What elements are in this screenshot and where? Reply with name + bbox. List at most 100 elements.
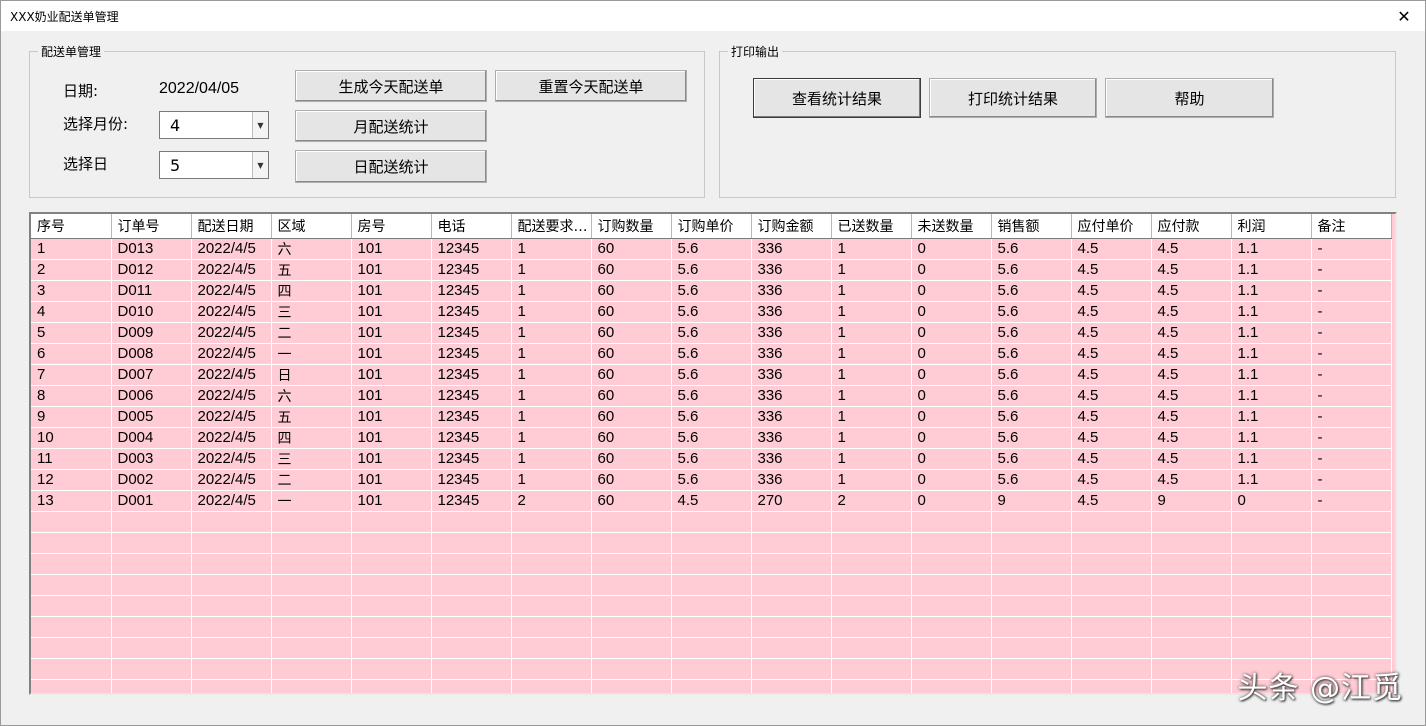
table-cell[interactable]: 4.5 xyxy=(1151,364,1232,386)
table-cell[interactable]: 4 xyxy=(31,301,112,323)
table-cell[interactable] xyxy=(31,574,112,596)
table-cell[interactable]: 12 xyxy=(31,469,112,491)
table-cell[interactable]: 12345 xyxy=(431,385,512,407)
table-cell[interactable] xyxy=(751,553,832,575)
table-cell[interactable] xyxy=(1311,595,1392,617)
table-cell[interactable]: 12345 xyxy=(431,427,512,449)
table-cell[interactable]: 三 xyxy=(271,448,352,470)
table-cell[interactable] xyxy=(991,658,1072,680)
table-cell[interactable]: 4.5 xyxy=(1151,238,1232,260)
table-cell[interactable]: 4.5 xyxy=(1151,259,1232,281)
column-header[interactable]: 订购单价 xyxy=(671,214,752,239)
table-cell[interactable]: - xyxy=(1311,406,1392,428)
chevron-down-icon[interactable]: ▼ xyxy=(252,112,268,138)
table-cell[interactable]: 101 xyxy=(351,280,432,302)
table-cell[interactable]: 4.5 xyxy=(1071,259,1152,281)
table-cell[interactable] xyxy=(271,574,352,596)
table-cell[interactable]: 5.6 xyxy=(671,364,752,386)
table-cell[interactable]: 0 xyxy=(911,238,992,260)
table-cell[interactable] xyxy=(751,679,832,693)
column-header[interactable]: 配送日期 xyxy=(191,214,272,239)
table-cell[interactable]: 8 xyxy=(31,385,112,407)
table-cell[interactable]: 1 xyxy=(831,280,912,302)
table-cell[interactable] xyxy=(111,553,192,575)
table-cell[interactable]: 60 xyxy=(591,238,672,260)
table-cell[interactable] xyxy=(191,658,272,680)
table-cell[interactable]: 12345 xyxy=(431,343,512,365)
table-cell[interactable]: 2 xyxy=(31,259,112,281)
table-cell[interactable] xyxy=(191,637,272,659)
empty-table-row[interactable] xyxy=(31,679,1392,693)
table-cell[interactable]: - xyxy=(1311,238,1392,260)
table-cell[interactable]: 4.5 xyxy=(1071,343,1152,365)
generate-today-button[interactable]: 生成今天配送单 xyxy=(295,70,487,102)
table-cell[interactable]: 1 xyxy=(831,322,912,344)
table-cell[interactable] xyxy=(1311,532,1392,554)
table-cell[interactable]: 2022/4/5 xyxy=(191,259,272,281)
close-icon[interactable]: ✕ xyxy=(1393,5,1415,27)
column-header[interactable]: 应付款 xyxy=(1151,214,1232,239)
table-cell[interactable]: 4.5 xyxy=(1071,469,1152,491)
table-cell[interactable] xyxy=(191,532,272,554)
table-cell[interactable] xyxy=(671,679,752,693)
table-row[interactable]: 12 D002 2022/4/5 二 101 12345 1 60 5.6 336 1 0 5.6 4.5… xyxy=(31,469,1392,491)
table-cell[interactable]: 10 xyxy=(31,427,112,449)
table-row[interactable]: 2 D012 2022/4/5 五 101 12345 1 60 5.6 336 1 0 5.6 4.5 4… xyxy=(31,259,1392,281)
table-cell[interactable] xyxy=(831,595,912,617)
table-cell[interactable]: 5.6 xyxy=(671,427,752,449)
table-cell[interactable] xyxy=(1311,616,1392,638)
table-cell[interactable]: 4.5 xyxy=(1151,322,1232,344)
table-cell[interactable]: D009 xyxy=(111,322,192,344)
table-cell[interactable]: 六 xyxy=(271,385,352,407)
table-row[interactable]: 13 D001 2022/4/5 一 101 12345 2 60 4.5 270 2 0 9 4.5 9 0… xyxy=(31,490,1392,512)
table-cell[interactable]: D010 xyxy=(111,301,192,323)
table-cell[interactable]: 2022/4/5 xyxy=(191,427,272,449)
table-cell[interactable] xyxy=(1151,616,1232,638)
table-row[interactable]: 4 D010 2022/4/5 三 101 12345 1 60 5.6 336 1 0 5.6 4.5 4… xyxy=(31,301,1392,323)
table-cell[interactable] xyxy=(1311,553,1392,575)
table-cell[interactable]: D003 xyxy=(111,448,192,470)
table-cell[interactable] xyxy=(351,595,432,617)
table-cell[interactable] xyxy=(831,637,912,659)
table-cell[interactable]: 0 xyxy=(911,343,992,365)
table-cell[interactable]: 336 xyxy=(751,238,832,260)
table-cell[interactable] xyxy=(911,574,992,596)
table-cell[interactable] xyxy=(1071,658,1152,680)
table-cell[interactable]: 1 xyxy=(831,301,912,323)
table-cell[interactable]: 3 xyxy=(31,280,112,302)
table-cell[interactable]: 336 xyxy=(751,385,832,407)
table-cell[interactable] xyxy=(1231,616,1312,638)
table-cell[interactable]: 4.5 xyxy=(1151,343,1232,365)
table-cell[interactable]: 2022/4/5 xyxy=(191,469,272,491)
table-cell[interactable]: 12345 xyxy=(431,469,512,491)
table-cell[interactable] xyxy=(591,658,672,680)
table-cell[interactable]: 1 xyxy=(511,343,592,365)
table-cell[interactable]: 1.1 xyxy=(1231,301,1312,323)
empty-table-row[interactable] xyxy=(31,658,1392,680)
table-cell[interactable] xyxy=(591,553,672,575)
table-cell[interactable]: 1.1 xyxy=(1231,322,1312,344)
table-cell[interactable]: 12345 xyxy=(431,364,512,386)
table-cell[interactable] xyxy=(1071,637,1152,659)
table-cell[interactable] xyxy=(1151,679,1232,693)
table-cell[interactable]: 5.6 xyxy=(671,259,752,281)
table-cell[interactable]: 101 xyxy=(351,427,432,449)
table-cell[interactable] xyxy=(431,511,512,533)
table-cell[interactable] xyxy=(1311,574,1392,596)
table-cell[interactable]: - xyxy=(1311,364,1392,386)
table-cell[interactable] xyxy=(1311,637,1392,659)
table-cell[interactable]: 1 xyxy=(511,448,592,470)
table-cell[interactable] xyxy=(911,637,992,659)
table-cell[interactable]: 0 xyxy=(911,385,992,407)
table-cell[interactable]: 1 xyxy=(511,280,592,302)
table-cell[interactable] xyxy=(31,532,112,554)
table-cell[interactable]: 1.1 xyxy=(1231,385,1312,407)
table-cell[interactable] xyxy=(1231,511,1312,533)
table-cell[interactable]: 5.6 xyxy=(991,280,1072,302)
table-cell[interactable] xyxy=(31,616,112,638)
table-cell[interactable]: 4.5 xyxy=(1151,406,1232,428)
table-cell[interactable]: 日 xyxy=(271,364,352,386)
table-cell[interactable] xyxy=(511,532,592,554)
table-cell[interactable] xyxy=(1071,574,1152,596)
table-cell[interactable] xyxy=(671,616,752,638)
